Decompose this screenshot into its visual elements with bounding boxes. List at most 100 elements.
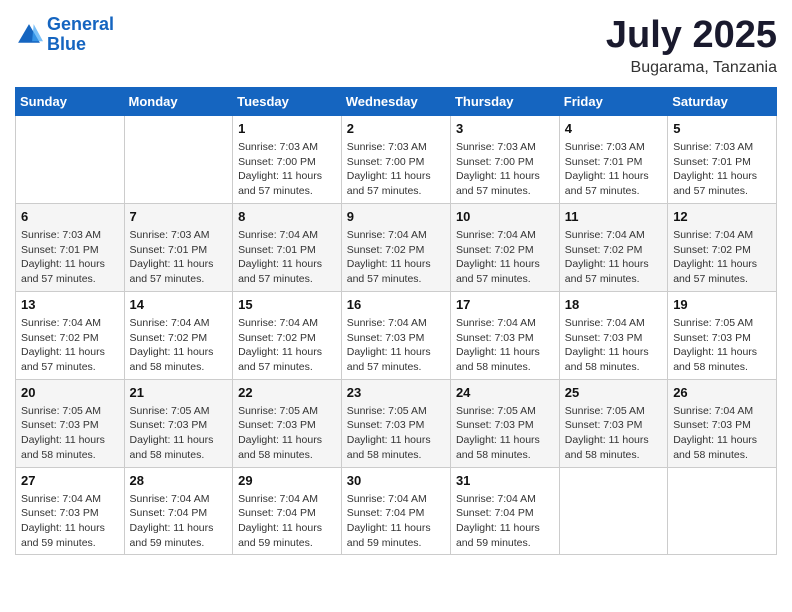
day-info: Sunrise: 7:04 AMSunset: 7:03 PMDaylight:…	[456, 317, 540, 373]
location-title: Bugarama, Tanzania	[606, 59, 777, 77]
day-number: 3	[456, 120, 554, 138]
calendar-cell: 22 Sunrise: 7:05 AMSunset: 7:03 PMDayligh…	[233, 379, 342, 467]
day-info: Sunrise: 7:03 AMSunset: 7:00 PMDaylight:…	[347, 141, 431, 197]
calendar-cell: 29 Sunrise: 7:04 AMSunset: 7:04 PMDayligh…	[233, 467, 342, 555]
logo-text: General Blue	[47, 15, 114, 55]
calendar-cell: 12Sunrise: 7:04 AMSunset: 7:02 PMDayligh…	[668, 203, 777, 291]
day-info: Sunrise: 7:04 AMSunset: 7:02 PMDaylight:…	[21, 317, 105, 373]
day-info: Sunrise: 7:04 AMSunset: 7:04 PMDaylight:…	[238, 493, 322, 549]
day-number: 6	[21, 208, 119, 226]
calendar-cell: 1 Sunrise: 7:03 AMSunset: 7:00 PMDaylight…	[233, 115, 342, 203]
month-title: July 2025	[606, 15, 777, 57]
calendar-cell	[559, 467, 667, 555]
day-number: 31	[456, 472, 554, 490]
day-info: Sunrise: 7:04 AMSunset: 7:02 PMDaylight:…	[347, 229, 431, 285]
weekday-header: Sunday	[16, 87, 125, 115]
calendar-cell: 8 Sunrise: 7:04 AMSunset: 7:01 PMDaylight…	[233, 203, 342, 291]
calendar-cell: 28 Sunrise: 7:04 AMSunset: 7:04 PMDayligh…	[124, 467, 233, 555]
day-info: Sunrise: 7:05 AMSunset: 7:03 PMDaylight:…	[130, 405, 214, 461]
day-number: 19	[673, 296, 771, 314]
calendar-cell: 7Sunrise: 7:03 AMSunset: 7:01 PMDaylight…	[124, 203, 233, 291]
calendar-cell: 13 Sunrise: 7:04 AMSunset: 7:02 PMDayligh…	[16, 291, 125, 379]
day-info: Sunrise: 7:03 AMSunset: 7:01 PMDaylight:…	[673, 141, 757, 197]
day-info: Sunrise: 7:05 AMSunset: 7:03 PMDaylight:…	[238, 405, 322, 461]
weekday-header: Friday	[559, 87, 667, 115]
day-info: Sunrise: 7:03 AMSunset: 7:00 PMDaylight:…	[456, 141, 540, 197]
day-info: Sunrise: 7:05 AMSunset: 7:03 PMDaylight:…	[347, 405, 431, 461]
calendar-cell: 5Sunrise: 7:03 AMSunset: 7:01 PMDaylight…	[668, 115, 777, 203]
day-number: 16	[347, 296, 445, 314]
day-info: Sunrise: 7:04 AMSunset: 7:01 PMDaylight:…	[238, 229, 322, 285]
calendar-cell: 31 Sunrise: 7:04 AMSunset: 7:04 PMDayligh…	[450, 467, 559, 555]
calendar-cell: 6 Sunrise: 7:03 AMSunset: 7:01 PMDaylight…	[16, 203, 125, 291]
weekday-header-row: SundayMondayTuesdayWednesdayThursdayFrid…	[16, 87, 777, 115]
day-info: Sunrise: 7:04 AMSunset: 7:02 PMDaylight:…	[456, 229, 540, 285]
day-info: Sunrise: 7:03 AMSunset: 7:01 PMDaylight:…	[565, 141, 649, 197]
weekday-header: Saturday	[668, 87, 777, 115]
day-number: 29	[238, 472, 336, 490]
day-number: 15	[238, 296, 336, 314]
calendar-cell: 25 Sunrise: 7:05 AMSunset: 7:03 PMDayligh…	[559, 379, 667, 467]
day-number: 17	[456, 296, 554, 314]
day-info: Sunrise: 7:05 AMSunset: 7:03 PMDaylight:…	[565, 405, 649, 461]
day-info: Sunrise: 7:04 AMSunset: 7:04 PMDaylight:…	[456, 493, 540, 549]
day-info: Sunrise: 7:04 AMSunset: 7:03 PMDaylight:…	[673, 405, 757, 461]
calendar-cell: 10Sunrise: 7:04 AMSunset: 7:02 PMDayligh…	[450, 203, 559, 291]
day-number: 28	[130, 472, 228, 490]
calendar-cell: 18 Sunrise: 7:04 AMSunset: 7:03 PMDayligh…	[559, 291, 667, 379]
day-number: 11	[565, 208, 662, 226]
calendar-cell	[16, 115, 125, 203]
day-info: Sunrise: 7:03 AMSunset: 7:00 PMDaylight:…	[238, 141, 322, 197]
calendar-week-row: 1 Sunrise: 7:03 AMSunset: 7:00 PMDaylight…	[16, 115, 777, 203]
logo-icon	[15, 21, 43, 49]
calendar-cell: 20Sunrise: 7:05 AMSunset: 7:03 PMDayligh…	[16, 379, 125, 467]
calendar-cell: 15Sunrise: 7:04 AMSunset: 7:02 PMDayligh…	[233, 291, 342, 379]
calendar-table: SundayMondayTuesdayWednesdayThursdayFrid…	[15, 87, 777, 556]
day-info: Sunrise: 7:03 AMSunset: 7:01 PMDaylight:…	[21, 229, 105, 285]
title-block: July 2025 Bugarama, Tanzania	[606, 15, 777, 77]
day-number: 1	[238, 120, 336, 138]
day-number: 20	[21, 384, 119, 402]
day-number: 23	[347, 384, 445, 402]
day-number: 8	[238, 208, 336, 226]
day-info: Sunrise: 7:04 AMSunset: 7:04 PMDaylight:…	[347, 493, 431, 549]
day-number: 13	[21, 296, 119, 314]
day-number: 27	[21, 472, 119, 490]
weekday-header: Thursday	[450, 87, 559, 115]
calendar-cell: 19 Sunrise: 7:05 AMSunset: 7:03 PMDayligh…	[668, 291, 777, 379]
calendar-cell: 11Sunrise: 7:04 AMSunset: 7:02 PMDayligh…	[559, 203, 667, 291]
calendar-cell: 2 Sunrise: 7:03 AMSunset: 7:00 PMDaylight…	[341, 115, 450, 203]
calendar-cell: 27 Sunrise: 7:04 AMSunset: 7:03 PMDayligh…	[16, 467, 125, 555]
day-number: 7	[130, 208, 228, 226]
calendar-cell: 26 Sunrise: 7:04 AMSunset: 7:03 PMDayligh…	[668, 379, 777, 467]
day-number: 26	[673, 384, 771, 402]
calendar-week-row: 20 Sunrise: 7:05 AMSunset: 7:03 PMDayligh…	[16, 379, 777, 467]
calendar-cell	[124, 115, 233, 203]
day-info: Sunrise: 7:04 AMSunset: 7:03 PMDaylight:…	[21, 493, 105, 549]
day-info: Sunrise: 7:05 AMSunset: 7:03 PMDaylight:…	[673, 317, 757, 373]
calendar-cell: 23 Sunrise: 7:05 AMSunset: 7:03 PMDayligh…	[341, 379, 450, 467]
calendar-cell: 4 Sunrise: 7:03 AMSunset: 7:01 PMDaylight…	[559, 115, 667, 203]
weekday-header: Monday	[124, 87, 233, 115]
day-number: 14	[130, 296, 228, 314]
day-number: 22	[238, 384, 336, 402]
day-number: 9	[347, 208, 445, 226]
page-header: General Blue July 2025 Bugarama, Tanzani…	[15, 15, 777, 77]
day-number: 30	[347, 472, 445, 490]
calendar-cell: 14 Sunrise: 7:04 AMSunset: 7:02 PMDayligh…	[124, 291, 233, 379]
day-number: 25	[565, 384, 662, 402]
day-number: 12	[673, 208, 771, 226]
day-info: Sunrise: 7:04 AMSunset: 7:03 PMDaylight:…	[565, 317, 649, 373]
calendar-cell: 21 Sunrise: 7:05 AMSunset: 7:03 PMDayligh…	[124, 379, 233, 467]
day-number: 18	[565, 296, 662, 314]
weekday-header: Tuesday	[233, 87, 342, 115]
day-number: 4	[565, 120, 662, 138]
day-info: Sunrise: 7:04 AMSunset: 7:03 PMDaylight:…	[347, 317, 431, 373]
calendar-week-row: 6 Sunrise: 7:03 AMSunset: 7:01 PMDaylight…	[16, 203, 777, 291]
calendar-cell: 30 Sunrise: 7:04 AMSunset: 7:04 PMDayligh…	[341, 467, 450, 555]
day-info: Sunrise: 7:04 AMSunset: 7:02 PMDaylight:…	[130, 317, 214, 373]
calendar-cell: 3 Sunrise: 7:03 AMSunset: 7:00 PMDaylight…	[450, 115, 559, 203]
day-number: 2	[347, 120, 445, 138]
day-info: Sunrise: 7:04 AMSunset: 7:04 PMDaylight:…	[130, 493, 214, 549]
day-number: 21	[130, 384, 228, 402]
